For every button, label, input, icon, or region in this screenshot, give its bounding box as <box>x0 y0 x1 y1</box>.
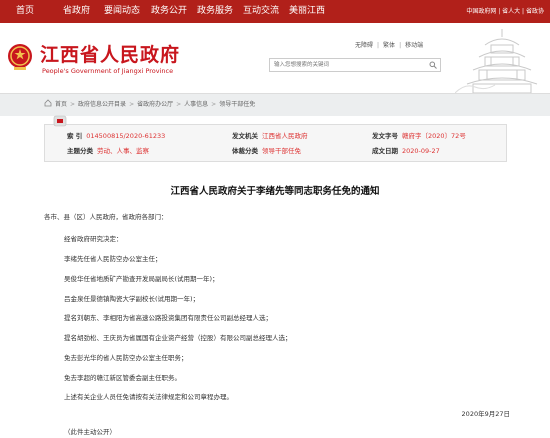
subject-category-value: 劳动、人事、监察 <box>97 147 149 155</box>
genre-category-value: 领导干部任免 <box>262 147 301 155</box>
document-info-box: 索 引 014500815/2020-61233 发文机关 江西省人民政府 发文字号… <box>44 115 507 162</box>
mobile-link[interactable]: 移动端 <box>405 42 423 49</box>
article-date: 2020年9月27日 <box>461 410 510 418</box>
article-paragraph: 提名胡劲松、王庆员为省属国有企业资产经营（控股）有限公司副总经理人选； <box>64 334 292 342</box>
breadcrumb: 首页 > 政府信息公开目录 > 省政府办公厅 > 人事信息 > 领导干部任免 <box>44 94 255 116</box>
article-paragraph: 免去彭光华的省人民防空办公室主任职务； <box>64 354 188 362</box>
document-number-row: 发文字号 赣府字〔2020〕72号 <box>372 132 466 140</box>
accessibility-link[interactable]: 无障碍 <box>355 42 373 49</box>
pavilion-illustration-icon <box>455 29 538 93</box>
site-title: 江西省人民政府 <box>40 44 181 66</box>
article-footnote: （此件主动公开） <box>64 428 116 436</box>
written-date-value: 2020-09-27 <box>402 147 440 155</box>
issuing-authority-row: 发文机关 江西省人民政府 <box>232 132 308 140</box>
article-paragraph: 吴俊华任省地质矿产勘查开发局副局长(试用期一年)； <box>64 275 219 283</box>
breadcrumb-info-catalog[interactable]: 政府信息公开目录 <box>78 101 126 108</box>
subject-category-row: 主题分类 劳动、人事、监察 <box>67 147 149 155</box>
breadcrumb-home[interactable]: 首页 <box>55 101 67 108</box>
breadcrumb-general-office[interactable]: 省政府办公厅 <box>137 101 173 108</box>
breadcrumb-personnel-info[interactable]: 人事信息 <box>184 101 208 108</box>
site-subtitle: People's Government of Jiangxi Province <box>42 67 174 75</box>
search-box <box>269 58 441 72</box>
article-paragraph: 上述有关企业人员任免请按有关法律规定和公司章程办理。 <box>64 393 233 401</box>
nav-item-province-gov[interactable]: 省政府 <box>63 0 90 23</box>
nav-item-beautiful-jiangxi[interactable]: 美丽江西 <box>289 0 325 23</box>
genre-category-row: 体裁分类 领导干部任免 <box>232 147 301 155</box>
index-value: 014500815/2020-61233 <box>86 132 166 140</box>
article-paragraph: 李绪先任省人民防空办公室主任； <box>64 255 162 263</box>
nav-item-gov-affairs-open[interactable]: 政务公开 <box>151 0 187 23</box>
breadcrumb-leader-appointment[interactable]: 领导干部任免 <box>219 101 255 108</box>
written-date-row: 成文日期 2020-09-27 <box>372 147 440 155</box>
index-row: 索 引 014500815/2020-61233 <box>67 132 166 140</box>
top-nav-bar: 首页 省政府 要闻动态 政务公开 政务服务 互动交流 美丽江西 中国政府网 | … <box>0 0 550 23</box>
nav-item-news[interactable]: 要闻动态 <box>104 0 140 23</box>
article-paragraph: 吕金泉任景德镇陶瓷大学副校长(试用期一年)； <box>64 295 200 303</box>
header-links: 无障碍 | 繁体 | 移动端 <box>355 42 424 49</box>
site-header: 江西省人民政府 People's Government of Jiangxi P… <box>0 23 550 93</box>
nav-item-gov-services[interactable]: 政务服务 <box>197 0 233 23</box>
article-salutation: 各市、县（区）人民政府，省政府各部门： <box>44 213 168 221</box>
search-input[interactable] <box>274 59 414 71</box>
home-icon <box>44 99 52 107</box>
article-paragraph: 免去李超的赣江新区管委会副主任职务。 <box>64 374 181 382</box>
nav-item-interaction[interactable]: 互动交流 <box>243 0 279 23</box>
article-paragraph: 经省政府研究决定： <box>64 235 123 243</box>
document-number-value: 赣府字〔2020〕72号 <box>402 132 466 140</box>
article-title: 江西省人民政府关于李绪先等同志职务任免的通知 <box>170 186 380 197</box>
traditional-chinese-link[interactable]: 繁体 <box>383 42 395 49</box>
breadcrumb-bar: 首页 > 政府信息公开目录 > 省政府办公厅 > 人事信息 > 领导干部任免 <box>0 93 550 116</box>
issuing-authority-value: 江西省人民政府 <box>262 132 308 140</box>
nav-item-home[interactable]: 首页 <box>16 0 34 23</box>
article-paragraph: 提名刘朝东、李相阳为省高速公路投资集团有限责任公司副总经理人选； <box>64 314 272 322</box>
national-emblem-icon <box>8 44 32 70</box>
search-icon[interactable] <box>429 61 437 69</box>
utility-links[interactable]: 中国政府网 | 省人大 | 省政协 <box>466 0 544 23</box>
gov-info-badge-icon <box>53 115 67 127</box>
